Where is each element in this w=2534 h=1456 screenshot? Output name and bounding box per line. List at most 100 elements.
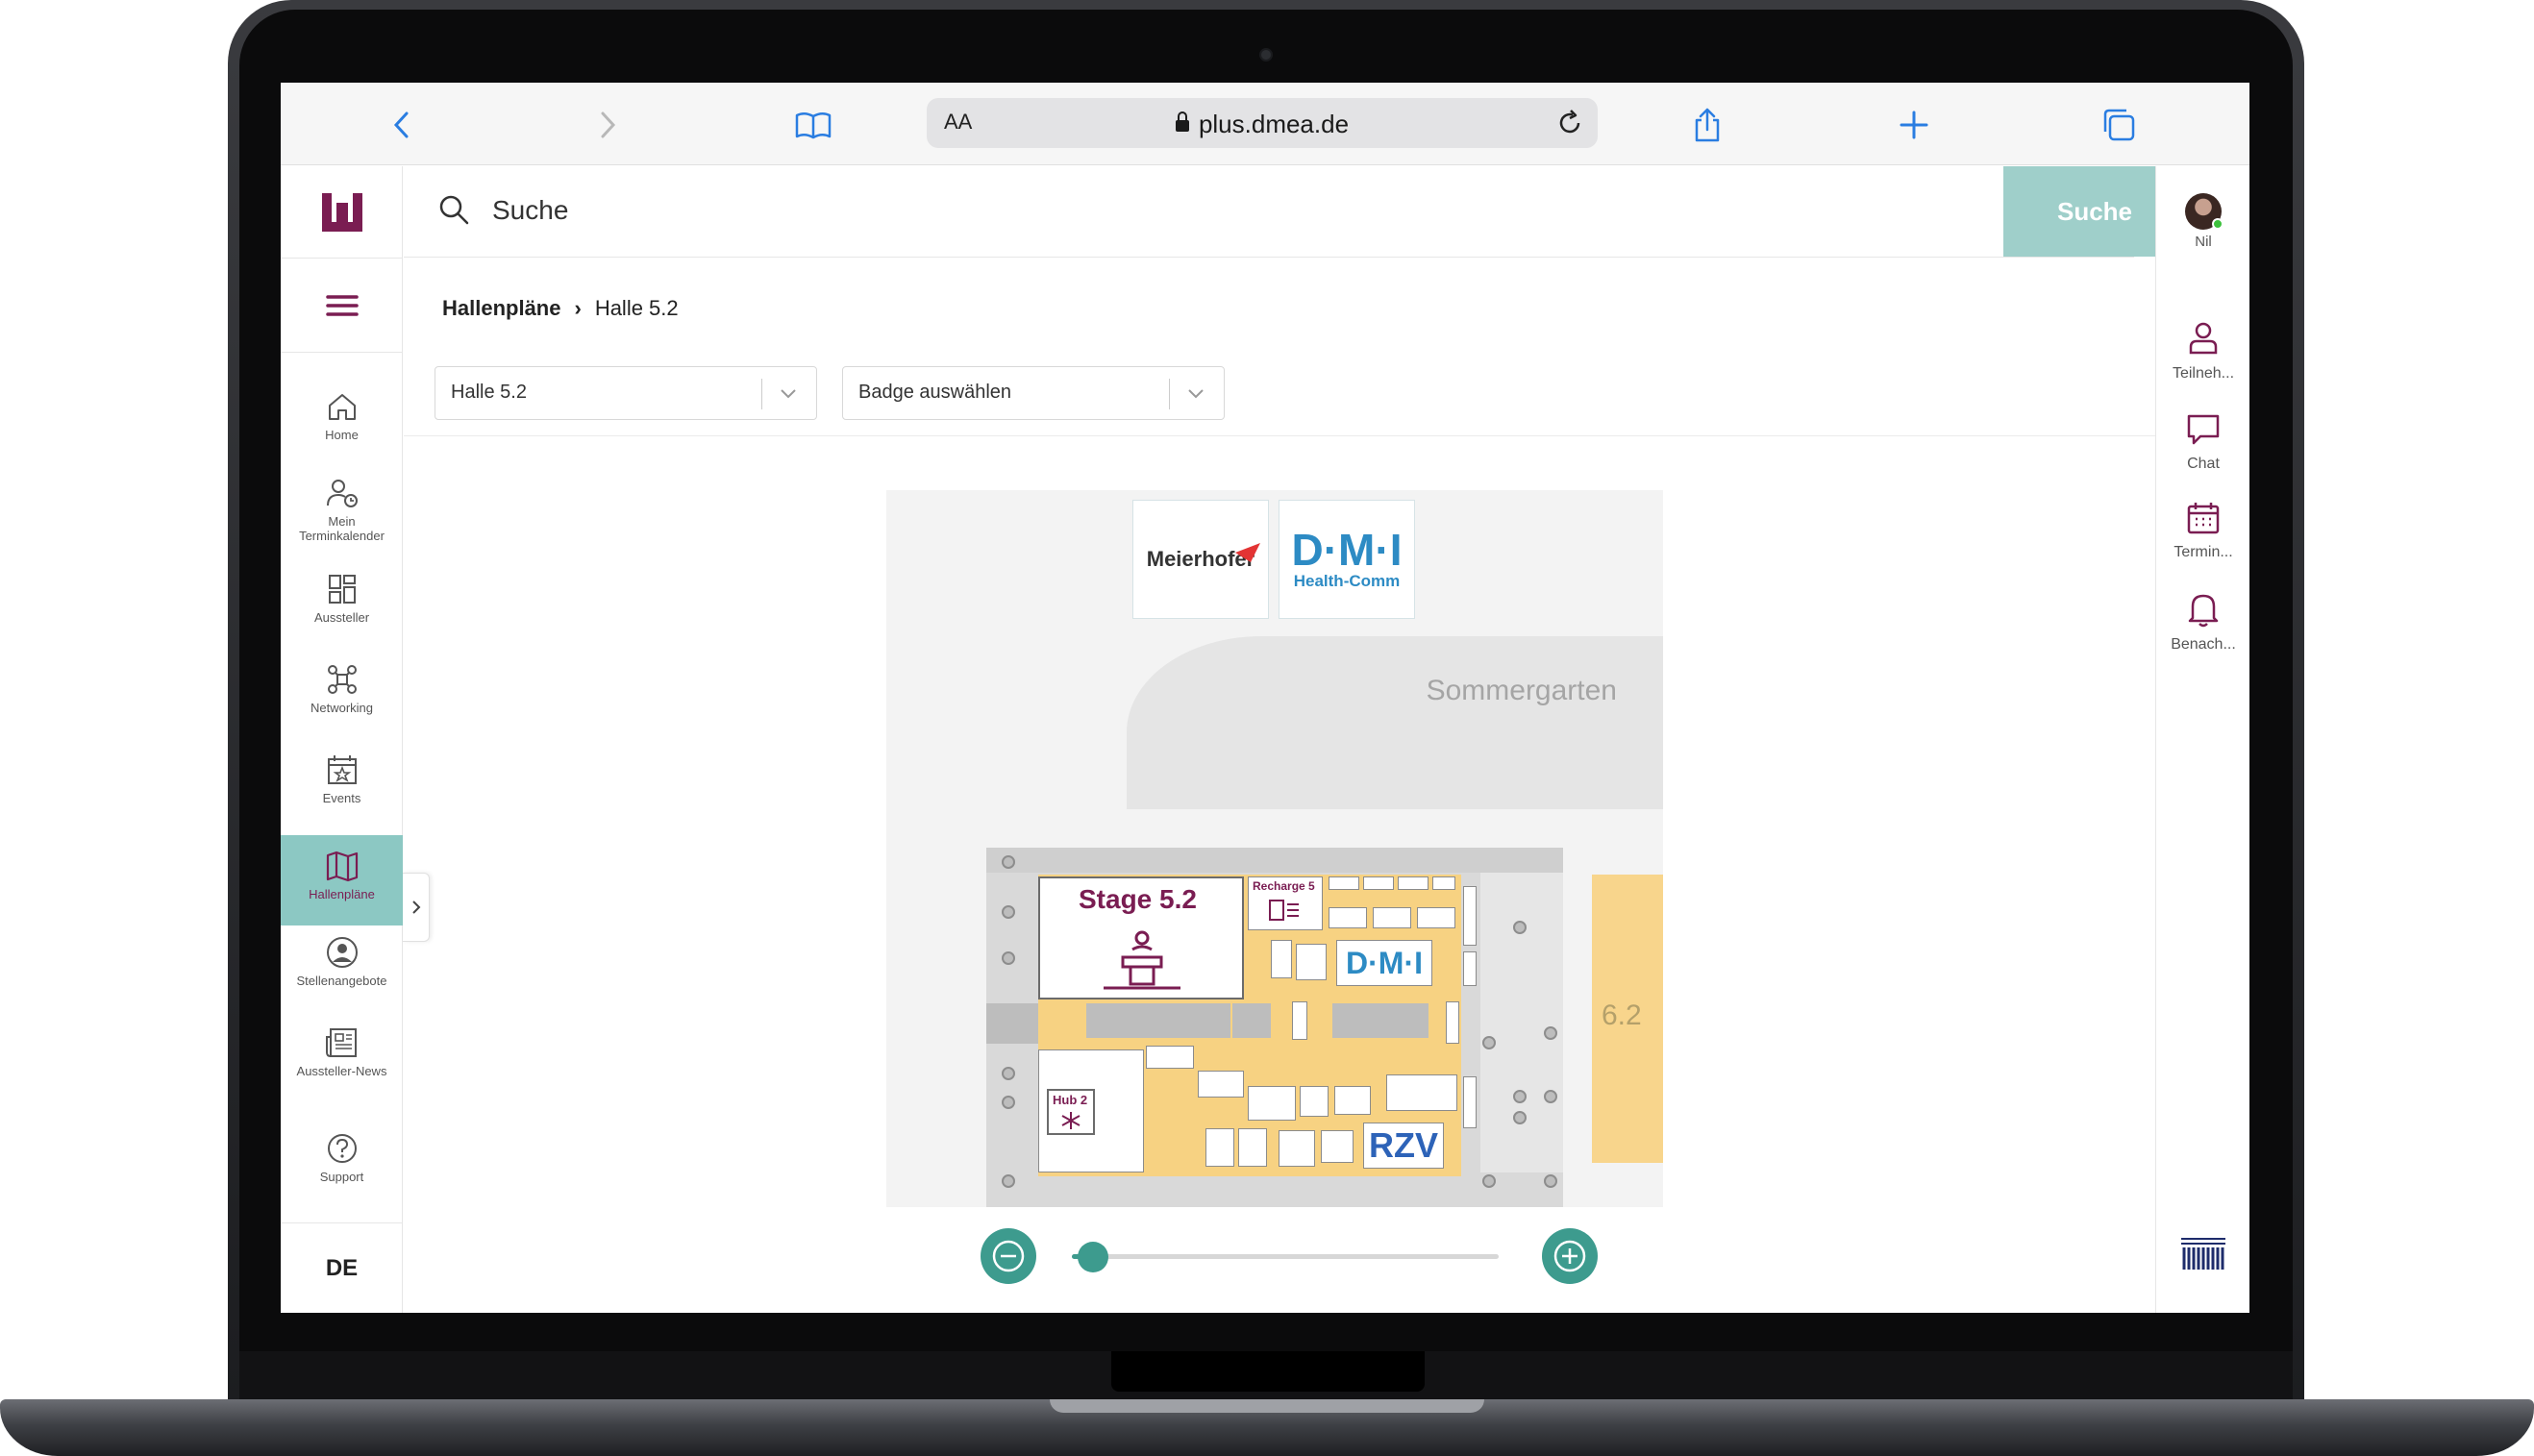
booth[interactable]: [1463, 886, 1477, 946]
url-text[interactable]: plus.dmea.de: [927, 110, 1598, 139]
zoom-in-button[interactable]: [1542, 1228, 1598, 1284]
booth[interactable]: [1463, 1076, 1477, 1128]
wall: [986, 848, 1563, 873]
hamburger-icon: [325, 294, 359, 316]
hall-select[interactable]: Halle 5.2: [435, 366, 817, 420]
chevron-right-icon: [411, 901, 420, 914]
language-switch[interactable]: DE: [281, 1222, 403, 1313]
online-status-dot: [2212, 218, 2223, 230]
right-item-chat[interactable]: Chat: [2156, 412, 2249, 473]
network-icon: [327, 665, 357, 694]
chat-icon: [2187, 414, 2220, 445]
chevron-down-icon: [781, 389, 796, 399]
pillar: [1482, 1174, 1496, 1188]
booth[interactable]: [1300, 1086, 1329, 1117]
chevron-down-icon: [1188, 389, 1204, 399]
booth[interactable]: [1292, 1001, 1307, 1040]
booth[interactable]: [1205, 1128, 1234, 1167]
address-bar[interactable]: AA plus.dmea.de: [927, 98, 1598, 148]
pillar: [1002, 855, 1015, 869]
sidebar-item-mein-terminkalender[interactable]: Mein Terminkalender: [281, 474, 403, 564]
right-item-benachrichtigungen[interactable]: Benach...: [2156, 591, 2249, 654]
hall-map[interactable]: Meierhofer D·M·I Health-Comm Sommergarte…: [886, 490, 1663, 1207]
pillar: [1544, 1174, 1557, 1188]
booth[interactable]: [1363, 876, 1394, 890]
user-calendar-icon: [326, 480, 358, 507]
sidebar-item-support[interactable]: Support: [281, 1129, 403, 1220]
hall-floorplan: Stage 5.2 Recharge 5 D·M·I Hub 2 RZV: [986, 848, 1563, 1207]
avatar: [2185, 193, 2223, 230]
sponsor-2-name: D·M·I: [1291, 525, 1403, 575]
recharge-booth[interactable]: Recharge 5: [1248, 876, 1323, 930]
hub-2[interactable]: Hub 2: [1038, 1049, 1144, 1172]
booth[interactable]: [1296, 944, 1327, 980]
booth[interactable]: [1398, 876, 1428, 890]
user-name: Nil: [2195, 234, 2212, 250]
sidebar-collapse-toggle[interactable]: [403, 873, 430, 942]
right-item-termine[interactable]: Termin...: [2156, 501, 2249, 561]
reload-icon[interactable]: [1552, 105, 1588, 141]
pillar: [1544, 1090, 1557, 1103]
share-icon[interactable]: [1686, 104, 1728, 146]
sponsor-logo-meierhofer[interactable]: Meierhofer: [1132, 500, 1269, 619]
booth[interactable]: [1146, 1046, 1194, 1069]
menu-button[interactable]: [281, 259, 403, 353]
booth[interactable]: [1271, 940, 1292, 978]
zoom-slider-handle[interactable]: [1078, 1242, 1109, 1272]
breadcrumb-separator-icon: ›: [574, 296, 582, 320]
pillar: [1513, 921, 1527, 934]
tabs-overview-icon[interactable]: [2098, 104, 2140, 146]
sidebar-item-home[interactable]: Home: [281, 387, 403, 478]
badge-select[interactable]: Badge auswählen: [842, 366, 1225, 420]
booth[interactable]: [1248, 1086, 1296, 1121]
rzv-booth-label: RZV: [1369, 1125, 1438, 1165]
corridor: [986, 1003, 1038, 1044]
booth[interactable]: [1279, 1130, 1315, 1167]
rzv-booth[interactable]: RZV: [1363, 1123, 1444, 1169]
right-item-teilnehmer[interactable]: Teilneh...: [2156, 320, 2249, 383]
pillar: [1002, 905, 1015, 919]
booth[interactable]: [1417, 907, 1455, 928]
booth[interactable]: [1373, 907, 1411, 928]
sidebar-item-events[interactable]: Events: [281, 751, 403, 841]
user-profile[interactable]: Nil: [2156, 193, 2249, 250]
calendar-star-icon: [327, 755, 357, 784]
sponsor-2-sub: Health-Comm: [1293, 572, 1401, 590]
zoom-slider-track[interactable]: [1072, 1254, 1499, 1259]
booth[interactable]: [1198, 1071, 1244, 1098]
booth[interactable]: [1238, 1128, 1267, 1167]
dmi-booth-label: D·M·I: [1346, 945, 1423, 980]
booth[interactable]: [1463, 951, 1477, 986]
barcode-button[interactable]: [2156, 1237, 2249, 1276]
sidebar-item-networking[interactable]: Networking: [281, 660, 403, 751]
search-input[interactable]: Suche: [492, 195, 568, 226]
new-tab-icon[interactable]: [1893, 104, 1935, 146]
hall-select-value: Halle 5.2: [451, 382, 527, 403]
newspaper-icon: [325, 1028, 357, 1057]
sidebar-item-aussteller[interactable]: Aussteller: [281, 570, 403, 660]
hall-6-2[interactable]: 6.2: [1592, 875, 1663, 1163]
booth[interactable]: [1334, 1086, 1371, 1115]
booth[interactable]: [1386, 1074, 1457, 1111]
laptop-base-groove: [1050, 1399, 1484, 1413]
booth[interactable]: [1321, 1130, 1354, 1163]
zoom-out-button[interactable]: [981, 1228, 1036, 1284]
person-icon: [2189, 322, 2218, 355]
map-icon: [326, 851, 358, 882]
booth[interactable]: [1329, 907, 1367, 928]
breadcrumb-parent[interactable]: Hallenpläne: [442, 296, 560, 320]
sidebar-item-label: Aussteller: [313, 610, 370, 625]
sidebar-item-stellenangebote[interactable]: Stellenangebote: [281, 933, 403, 1024]
app-logo[interactable]: [281, 166, 403, 259]
bookmarks-icon[interactable]: [792, 104, 834, 146]
sponsor-logo-dmi[interactable]: D·M·I Health-Comm: [1279, 500, 1415, 619]
sidebar-item-aussteller-news[interactable]: Aussteller-News: [281, 1024, 403, 1114]
booth[interactable]: [1329, 876, 1359, 890]
forward-icon[interactable]: [586, 104, 629, 146]
back-icon[interactable]: [381, 104, 423, 146]
dmi-booth[interactable]: D·M·I: [1336, 940, 1432, 986]
sidebar-item-hallenplaene[interactable]: Hallenpläne: [281, 835, 403, 925]
booth[interactable]: [1432, 876, 1455, 890]
booth[interactable]: [1446, 1001, 1459, 1044]
stage-5-2[interactable]: Stage 5.2: [1038, 876, 1244, 999]
